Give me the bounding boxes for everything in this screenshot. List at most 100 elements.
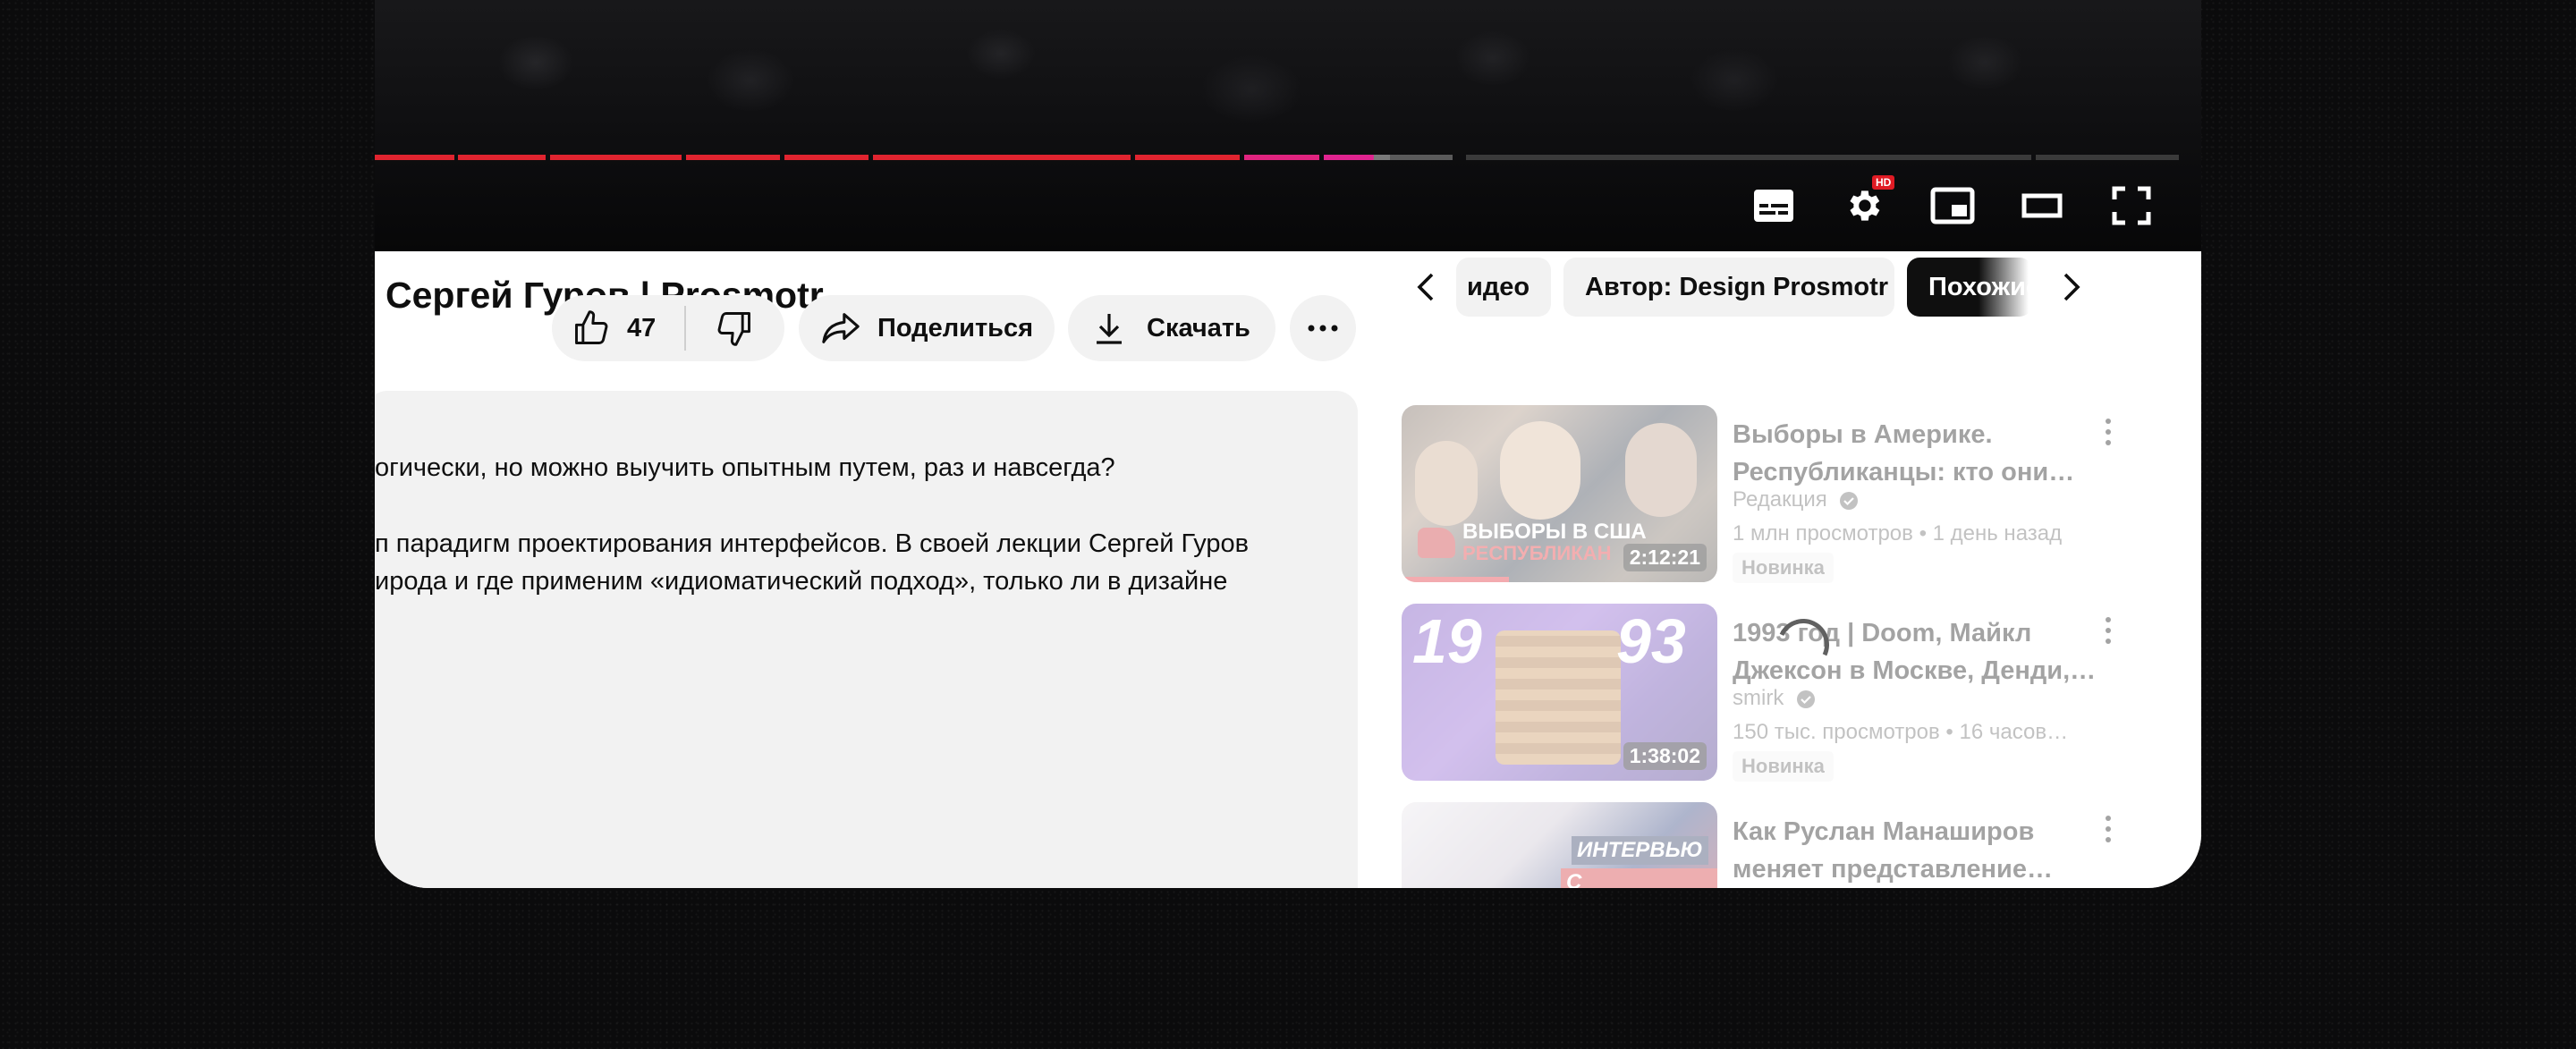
share-icon <box>822 313 860 343</box>
progress-segment[interactable] <box>375 155 454 160</box>
description-line: огически, но можно выучить опытным путем… <box>375 453 1115 482</box>
more-actions-button[interactable] <box>1290 295 1356 361</box>
progress-segment[interactable] <box>1244 155 1319 160</box>
dislike-button[interactable] <box>686 295 783 361</box>
description-line: п парадигм проектирования интерфейсов. В… <box>375 529 1250 558</box>
video-duration: 1:38:02 <box>1623 742 1707 770</box>
more-horizontal-icon <box>1308 325 1338 332</box>
chips-next-button[interactable] <box>2041 256 2104 318</box>
more-vertical-icon <box>2106 837 2111 842</box>
watched-bar <box>1402 577 1509 582</box>
progress-segment[interactable] <box>458 155 546 160</box>
chip-label: Автор: Design Prosmotr <box>1585 272 1889 301</box>
video-thumbnail: ИНТЕРВЬЮ С ДИАСПОРОЙ <box>1402 802 1717 888</box>
chip-label: идео <box>1467 272 1530 301</box>
new-badge: Новинка <box>1733 751 1834 782</box>
progress-segment[interactable] <box>1466 155 2031 160</box>
channel-label: smirk <box>1733 686 1784 710</box>
hd-badge: HD <box>1872 175 1895 190</box>
like-count: 47 <box>627 313 657 343</box>
chip-author[interactable]: Автор: Design Prosmotr <box>1563 258 1894 317</box>
recommendation-menu-button[interactable] <box>2090 807 2126 851</box>
progress-segment[interactable] <box>550 155 682 160</box>
recommendation-item[interactable]: 19 93 1:38:02 1993 год | Doom, Майкл Дже… <box>1402 604 2117 783</box>
thumbnail-text: ИНТЕРВЬЮ <box>1572 836 1708 865</box>
more-vertical-icon <box>2106 429 2111 435</box>
share-label: Поделиться <box>877 313 1034 343</box>
settings-icon <box>1850 190 1880 221</box>
thumbnail-text: РЕСПУБЛИКАН <box>1462 542 1612 564</box>
download-icon <box>1097 314 1122 344</box>
channel-name: Редакция <box>1733 487 1860 512</box>
video-stats: 150 тыс. просмотров • 16 часов… <box>1733 720 2068 745</box>
thumbnail-text: ВЫБОРЫ В США <box>1462 520 1647 544</box>
progress-segment[interactable] <box>686 155 780 160</box>
more-vertical-icon <box>2106 826 2111 832</box>
video-player[interactable]: HD <box>375 0 2201 251</box>
miniplayer-icon <box>1930 187 1975 224</box>
thumbnail-figure <box>1500 421 1580 520</box>
new-badge: Новинка <box>1733 553 1834 583</box>
channel-name: smirk <box>1733 686 1817 711</box>
description-box[interactable]: огически, но можно выучить опытным путем… <box>375 391 1358 888</box>
video-duration: 2:12:21 <box>1623 544 1707 571</box>
recommendation-menu-button[interactable] <box>2090 608 2126 653</box>
more-vertical-icon <box>2106 816 2111 821</box>
video-page-card: HD Сергей Гуров | Prosmotr <box>375 0 2201 888</box>
thumbnail-figure <box>1415 441 1478 526</box>
recommendation-item[interactable]: ВЫБОРЫ В США РЕСПУБЛИКАН 2:12:21 Выборы … <box>1402 405 2117 584</box>
meta-separator: • <box>1945 720 1960 744</box>
video-thumbnail: 19 93 1:38:02 <box>1402 604 1717 781</box>
chevron-left-icon <box>1417 273 1434 301</box>
fullscreen-button[interactable] <box>2106 181 2157 231</box>
more-vertical-icon <box>2106 440 2111 445</box>
theater-mode-icon <box>2021 193 2063 218</box>
video-stats: 1 млн просмотров • 1 день назад <box>1733 521 2062 546</box>
like-dislike-group: 47 <box>552 295 784 361</box>
elephant-logo-icon <box>1418 528 1455 558</box>
like-button[interactable]: 47 <box>552 295 684 361</box>
progress-segment[interactable] <box>2036 155 2179 160</box>
thumbnail-figure <box>1625 423 1697 517</box>
download-button[interactable]: Скачать <box>1068 295 1275 361</box>
settings-button[interactable]: HD <box>1838 175 1895 231</box>
verified-icon <box>1797 689 1815 708</box>
more-vertical-icon <box>2106 639 2111 644</box>
progress-segment[interactable] <box>873 155 1131 160</box>
download-label: Скачать <box>1147 313 1250 343</box>
recommendation-title: Как Руслан Манаширов меняет представлени… <box>1733 817 2053 884</box>
chip-videos[interactable]: идео <box>1456 258 1551 317</box>
progress-segment[interactable] <box>1135 155 1240 160</box>
thumbnail-text: С ДИАСПОРОЙ <box>1561 868 1717 888</box>
thumbnail-text: 93 <box>1616 606 1686 676</box>
theater-mode-button[interactable] <box>2017 181 2067 231</box>
description-line: ирода и где применим «идиоматический под… <box>375 567 1228 596</box>
subtitles-button[interactable] <box>1749 181 1799 231</box>
chevron-right-icon <box>2063 273 2080 301</box>
progress-bar[interactable] <box>375 155 2179 160</box>
progress-segment[interactable] <box>1390 155 1453 160</box>
recommendation-menu-button[interactable] <box>2090 410 2126 454</box>
chips-fade <box>1979 258 2041 317</box>
chips-prev-button[interactable] <box>1394 256 1456 318</box>
more-vertical-icon <box>2106 419 2111 424</box>
progress-segment[interactable] <box>1324 155 1390 160</box>
share-button[interactable]: Поделиться <box>799 295 1055 361</box>
meta-separator: • <box>1919 521 1933 546</box>
verified-icon <box>1840 491 1859 510</box>
thumbnail-text: 19 <box>1412 606 1482 676</box>
thumbnail-caption: ВЫБОРЫ В США РЕСПУБЛИКАН <box>1418 521 1647 564</box>
thumbs-down-icon <box>717 312 750 346</box>
miniplayer-button[interactable] <box>1928 181 1978 231</box>
subtitles-icon <box>1754 190 1793 222</box>
upload-age: 16 часов… <box>1959 720 2069 744</box>
view-count: 1 млн просмотров <box>1733 521 1913 546</box>
upload-age: 1 день назад <box>1932 521 2063 546</box>
more-vertical-icon <box>2106 628 2111 633</box>
video-thumbnail: ВЫБОРЫ В США РЕСПУБЛИКАН 2:12:21 <box>1402 405 1717 582</box>
recommendation-item[interactable]: ИНТЕРВЬЮ С ДИАСПОРОЙ Как Руслан Манаширо… <box>1402 802 2117 888</box>
thumbs-up-icon <box>575 310 608 344</box>
progress-segment[interactable] <box>784 155 869 160</box>
thumbnail-face <box>1496 630 1621 765</box>
fullscreen-icon <box>2112 186 2151 225</box>
